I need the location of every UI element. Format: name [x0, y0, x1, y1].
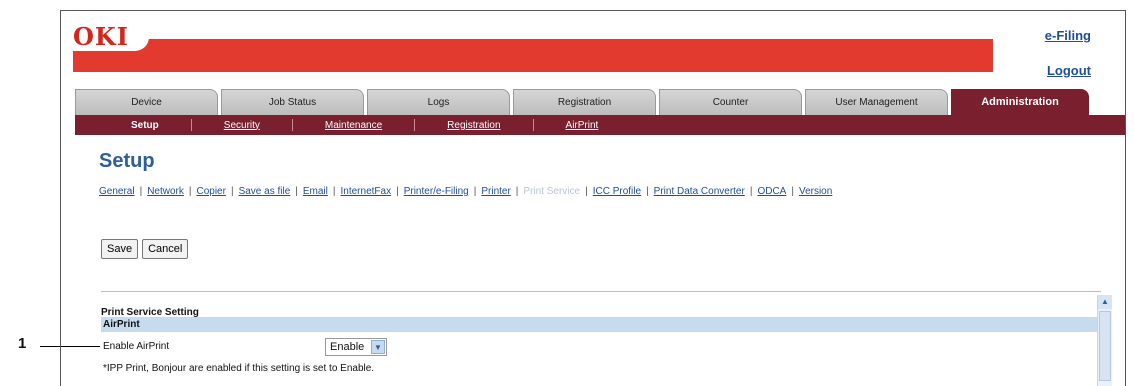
- main-tabs: Device Job Status Logs Registration Coun…: [75, 89, 1092, 115]
- airprint-note: *IPP Print, Bonjour are enabled if this …: [103, 363, 375, 374]
- setup-nav-odca[interactable]: ODCA: [757, 186, 786, 197]
- scroll-thumb[interactable]: [1099, 311, 1111, 381]
- action-buttons: Save Cancel: [101, 239, 192, 259]
- subnav-airprint[interactable]: AirPrint: [566, 120, 599, 131]
- oki-logo: OKI: [73, 22, 129, 51]
- setup-nav-print-service: Print Service: [523, 186, 581, 197]
- callout-number: 1: [18, 335, 27, 352]
- tab-user-management[interactable]: User Management: [805, 89, 948, 115]
- setup-nav-printer[interactable]: Printer: [481, 186, 510, 197]
- setup-nav-internetfax[interactable]: InternetFax: [341, 186, 392, 197]
- setup-nav-email[interactable]: Email: [303, 186, 328, 197]
- admin-subnav: Setup Security Maintenance Registration …: [75, 115, 1125, 135]
- airprint-section-header: AirPrint: [101, 317, 1099, 332]
- tab-logs[interactable]: Logs: [367, 89, 510, 115]
- divider: [101, 291, 1101, 292]
- subnav-separator: [414, 119, 416, 131]
- enable-airprint-select[interactable]: Enable ▼: [325, 338, 387, 356]
- scroll-up-arrow-icon[interactable]: ▲: [1098, 295, 1112, 309]
- chevron-down-icon: ▼: [371, 340, 385, 354]
- tab-job-status[interactable]: Job Status: [221, 89, 364, 115]
- subnav-separator: [291, 119, 293, 131]
- setup-nav-version[interactable]: Version: [799, 186, 832, 197]
- vertical-scrollbar[interactable]: ▲: [1097, 295, 1112, 386]
- setup-nav-network[interactable]: Network: [147, 186, 184, 197]
- subnav-security[interactable]: Security: [224, 120, 260, 131]
- setup-nav-printer-efiling[interactable]: Printer/e-Filing: [404, 186, 469, 197]
- subnav-registration[interactable]: Registration: [447, 120, 500, 131]
- subnav-separator: [190, 119, 192, 131]
- setup-category-nav: General | Network | Copier | Save as file | …: [99, 186, 833, 197]
- setup-nav-save-as-file[interactable]: Save as file: [239, 186, 291, 197]
- subnav-setup[interactable]: Setup: [131, 120, 159, 131]
- save-button[interactable]: Save: [101, 239, 139, 259]
- logout-link[interactable]: Logout: [1047, 63, 1091, 78]
- header-banner: [73, 39, 993, 72]
- select-value: Enable: [330, 341, 365, 353]
- subnav-separator: [532, 119, 534, 131]
- tab-registration[interactable]: Registration: [513, 89, 656, 115]
- tab-administration[interactable]: Administration: [951, 89, 1089, 115]
- cancel-button[interactable]: Cancel: [142, 239, 189, 259]
- browser-frame: OKI e-Filing Logout Device Job Status Lo…: [60, 10, 1126, 386]
- setup-nav-icc-profile[interactable]: ICC Profile: [593, 186, 641, 197]
- page-title: Setup: [99, 150, 155, 172]
- setup-nav-general[interactable]: General: [99, 186, 135, 197]
- setup-nav-copier[interactable]: Copier: [196, 186, 225, 197]
- enable-airprint-label: Enable AirPrint: [103, 341, 170, 352]
- efiling-link[interactable]: e-Filing: [1045, 28, 1091, 43]
- subnav-maintenance[interactable]: Maintenance: [325, 120, 382, 131]
- tab-device[interactable]: Device: [75, 89, 218, 115]
- setup-nav-print-data-converter[interactable]: Print Data Converter: [654, 186, 745, 197]
- tab-counter[interactable]: Counter: [659, 89, 802, 115]
